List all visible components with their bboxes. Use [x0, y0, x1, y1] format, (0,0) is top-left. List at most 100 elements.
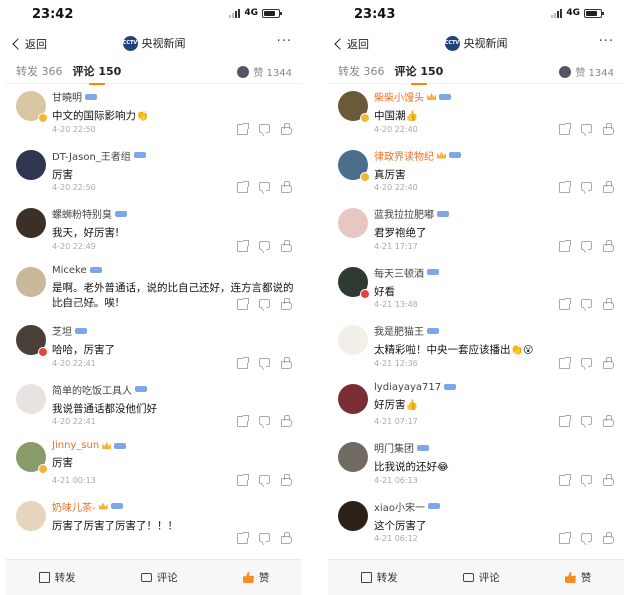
repost-button[interactable]: 转发	[360, 570, 398, 585]
comment-text: 我说普通话都没他们好	[52, 402, 302, 417]
reply-icon[interactable]	[581, 299, 592, 308]
commenter-name[interactable]: 芝坦	[52, 323, 72, 338]
like-icon[interactable]	[281, 239, 292, 252]
share-icon[interactable]	[559, 239, 571, 252]
member-tag-icon	[110, 503, 123, 509]
share-icon[interactable]	[559, 473, 571, 486]
like-icon[interactable]	[281, 532, 292, 544]
commenter-name[interactable]: 蓝我拉拉肥嘟	[374, 206, 434, 221]
comment-button[interactable]: 评论	[140, 570, 178, 585]
avatar[interactable]	[338, 442, 368, 472]
reply-icon[interactable]	[259, 533, 270, 542]
tab-comment[interactable]: 评论 150	[395, 63, 443, 85]
like-icon[interactable]	[281, 356, 292, 369]
commenter-name[interactable]: 甘曉明	[52, 89, 82, 104]
like-icon[interactable]	[603, 181, 614, 193]
like-icon[interactable]	[603, 532, 614, 544]
like-icon[interactable]	[281, 473, 292, 486]
share-icon[interactable]	[559, 415, 571, 427]
like-icon[interactable]	[603, 473, 614, 486]
commenter-name[interactable]: 柴柴小馒头	[374, 89, 424, 104]
share-icon[interactable]	[237, 473, 249, 486]
reply-icon[interactable]	[259, 474, 270, 484]
tab-repost[interactable]: 转发 366	[338, 63, 385, 79]
vip-crown-icon	[98, 502, 108, 510]
avatar[interactable]	[16, 500, 46, 531]
commenter-name[interactable]: lydiayaya717	[374, 382, 441, 393]
avatar[interactable]	[16, 383, 46, 414]
avatar[interactable]	[16, 266, 46, 297]
share-icon[interactable]	[559, 356, 571, 369]
commenter-name-row: lydiayaya717	[374, 382, 624, 393]
avatar[interactable]	[16, 208, 46, 238]
avatar[interactable]	[338, 325, 368, 355]
commenter-name[interactable]: 奶味儿茶-	[52, 499, 96, 514]
repost-button[interactable]: 转发	[38, 570, 76, 585]
like-icon[interactable]	[281, 298, 292, 310]
reply-icon[interactable]	[581, 474, 592, 484]
share-icon[interactable]	[237, 298, 249, 310]
like-button[interactable]: 赞	[564, 570, 591, 585]
commenter-name[interactable]: 我是肥猫王	[374, 323, 424, 338]
commenter-name[interactable]: DT-Jason_王者组	[52, 148, 131, 163]
like-icon[interactable]	[281, 415, 292, 427]
member-tag-icon	[427, 327, 439, 334]
tab-repost[interactable]: 转发 366	[16, 63, 63, 79]
like-icon[interactable]	[603, 239, 614, 252]
reply-icon[interactable]	[259, 182, 270, 191]
like-button[interactable]: 赞	[242, 570, 269, 585]
share-icon[interactable]	[237, 532, 249, 544]
share-icon[interactable]	[237, 239, 249, 252]
avatar[interactable]	[16, 149, 46, 180]
reply-icon[interactable]	[259, 123, 270, 133]
share-icon[interactable]	[237, 122, 249, 135]
member-tag-icon	[437, 210, 449, 217]
avatar[interactable]	[338, 500, 368, 531]
commenter-name[interactable]: 律政界读物纪	[374, 148, 434, 163]
tab-comment[interactable]: 评论 150	[73, 63, 121, 85]
reply-icon[interactable]	[581, 123, 592, 133]
comment-date: 4-21 13:48	[374, 300, 418, 309]
reply-icon[interactable]	[581, 240, 592, 250]
member-tag-icon	[439, 93, 451, 100]
avatar[interactable]	[338, 208, 368, 238]
like-icon[interactable]	[603, 356, 614, 369]
verified-badge-icon	[38, 464, 48, 474]
reply-icon[interactable]	[259, 416, 270, 425]
vip-crown-icon	[102, 442, 112, 449]
commenter-name[interactable]: Miceke	[52, 265, 87, 276]
share-icon[interactable]	[237, 181, 249, 193]
commenter-name[interactable]: xiao小宋一	[374, 499, 425, 514]
commenter-name[interactable]: Jinny_sun	[52, 440, 99, 451]
likes-count[interactable]: 赞 1344	[237, 64, 292, 79]
share-icon[interactable]	[237, 415, 249, 427]
reply-icon[interactable]	[581, 357, 592, 367]
reply-icon[interactable]	[581, 416, 592, 425]
share-icon[interactable]	[559, 298, 571, 310]
like-icon[interactable]	[603, 415, 614, 427]
like-icon[interactable]	[281, 122, 292, 135]
avatar[interactable]	[338, 383, 368, 414]
like-icon[interactable]	[603, 298, 614, 310]
commenter-name[interactable]: 螺蛳粉特别臭	[52, 206, 112, 221]
comment-item: 柴柴小馒头 中国潮👍 4-20 22:40	[328, 84, 624, 143]
reply-icon[interactable]	[581, 533, 592, 542]
comment-list: 甘曉明 中文的国际影响力👏 4-20 22:50 DT-Jason_王者组 厉害…	[6, 84, 302, 552]
commenter-name[interactable]: 每天三顿酒	[374, 265, 424, 280]
comment-button[interactable]: 评论	[462, 570, 500, 585]
like-icon[interactable]	[603, 122, 614, 135]
reply-icon[interactable]	[259, 240, 270, 250]
reply-icon[interactable]	[259, 357, 270, 367]
likes-count[interactable]: 赞 1344	[559, 64, 614, 79]
reply-icon[interactable]	[259, 299, 270, 308]
like-icon[interactable]	[281, 181, 292, 193]
reply-icon[interactable]	[581, 182, 592, 191]
share-icon[interactable]	[559, 532, 571, 544]
commenter-name[interactable]: 简单的吃饭工具人	[52, 382, 132, 397]
share-icon[interactable]	[559, 122, 571, 135]
more-menu-icon[interactable]: ···	[599, 34, 614, 49]
commenter-name[interactable]: 明门集团	[374, 440, 414, 455]
share-icon[interactable]	[237, 356, 249, 369]
more-menu-icon[interactable]: ···	[277, 34, 292, 49]
share-icon[interactable]	[559, 181, 571, 193]
